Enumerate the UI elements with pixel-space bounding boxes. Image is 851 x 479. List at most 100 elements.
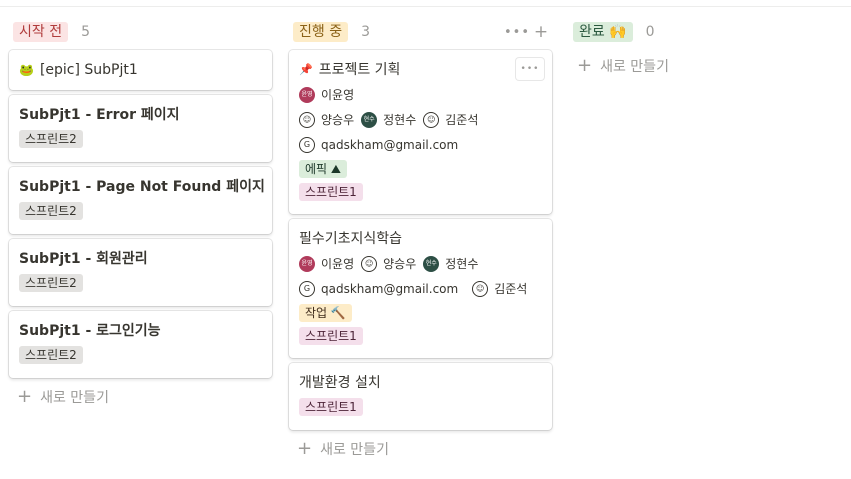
card-title-text: SubPjt1 - Error 페이지	[19, 107, 180, 123]
email-avatar: G	[299, 281, 315, 297]
board-card[interactable]: SubPjt1 - Page Not Found 페이지 스프린트2	[9, 167, 272, 234]
sprint-tag: 스프린트1	[299, 327, 363, 345]
card-title: SubPjt1 - Error 페이지	[19, 105, 262, 125]
new-card-button[interactable]: + 새로 만들기	[9, 383, 272, 411]
frog-icon: 🐸	[19, 63, 34, 77]
pushpin-icon: 📌	[299, 63, 313, 76]
board-column-not-started: 시작 전 5 🐸 [epic] SubPjt1 SubPjt1 - Error …	[9, 18, 272, 411]
person-name: 이윤영	[321, 88, 355, 102]
person-name: 김준석	[445, 113, 479, 127]
person-name: 정현수	[445, 257, 479, 271]
person: ☺ 김준석	[472, 279, 527, 299]
column-count: 3	[361, 24, 371, 40]
avatar: ☺	[361, 256, 378, 272]
card-title-text: [epic] SubPjt1	[39, 62, 138, 78]
person: 윤영 이윤영	[299, 85, 354, 105]
column-header: 진행 중 3 ••• +	[289, 18, 552, 46]
sprint-tag: 스프린트2	[19, 202, 83, 220]
board-card[interactable]: 필수기초지식학습 윤영 이윤영 ☺ 양승우 현수 정현수 G qadskham@…	[289, 219, 552, 358]
status-pill[interactable]: 시작 전	[13, 22, 69, 42]
sprint-tag: 스프린트1	[299, 398, 363, 416]
status-pill[interactable]: 완료 🙌	[573, 22, 633, 42]
tag-row: 작업 🔨	[299, 304, 542, 322]
board-card[interactable]: 📌 프로젝트 기획 ••• 윤영 이윤영 ☺ 양승우 현수 정현수 ☺ 김준석	[289, 50, 552, 214]
type-tag: 작업 🔨	[299, 304, 352, 322]
column-count: 0	[645, 24, 655, 40]
person-name: 정현수	[383, 113, 417, 127]
card-title: SubPjt1 - 로그인기능	[19, 321, 262, 341]
person-name: 양승우	[383, 257, 417, 271]
tag-row: 스프린트1	[299, 327, 542, 345]
person: ☺ 김준석	[423, 110, 478, 130]
type-tag: 에픽 ⛰	[299, 160, 347, 178]
assignee-row: 윤영 이윤영	[299, 85, 542, 105]
column-count: 5	[81, 24, 91, 40]
email-row: G qadskham@gmail.com ☺ 김준석	[299, 279, 542, 299]
tag-row: 스프린트2	[19, 274, 262, 292]
avatar: ☺	[472, 281, 489, 297]
tag-row: 스프린트2	[19, 202, 262, 220]
card-title-text: SubPjt1 - 회원관리	[19, 251, 148, 267]
avatar: 윤영	[299, 256, 315, 272]
person-name: 김준석	[494, 282, 528, 296]
tag-row: 스프린트1	[299, 398, 542, 416]
avatar: ☺	[299, 112, 315, 128]
board-card[interactable]: 🐸 [epic] SubPjt1	[9, 50, 272, 90]
new-card-button[interactable]: + 새로 만들기	[289, 435, 552, 463]
column-header: 시작 전 5	[9, 18, 272, 46]
tag-row: 스프린트2	[19, 346, 262, 364]
card-title-text: 프로젝트 기획	[318, 62, 401, 78]
card-title-text: SubPjt1 - 로그인기능	[19, 323, 161, 339]
assignee-row: ☺ 양승우 현수 정현수 ☺ 김준석	[299, 110, 542, 130]
plus-icon: +	[17, 386, 33, 407]
avatar: 현수	[423, 256, 440, 272]
person: 윤영 이윤영	[299, 254, 354, 274]
board-column-done: 완료 🙌 0 + 새로 만들기	[569, 18, 832, 80]
card-title: 개발환경 설치	[299, 373, 542, 393]
email-row: G qadskham@gmail.com	[299, 135, 542, 155]
card-title-text: 필수기초지식학습	[299, 231, 403, 247]
avatar: 현수	[361, 112, 378, 128]
assignee-row: 윤영 이윤영 ☺ 양승우 현수 정현수	[299, 254, 542, 274]
top-divider	[0, 6, 851, 7]
new-card-label: 새로 만들기	[320, 442, 389, 458]
board-column-in-progress: 진행 중 3 ••• + 📌 프로젝트 기획 ••• 윤영 이윤영 ☺ 양승우 …	[289, 18, 552, 463]
email-text: qadskham@gmail.com	[321, 282, 459, 296]
plus-icon: +	[297, 438, 313, 459]
card-title: SubPjt1 - 회원관리	[19, 249, 262, 269]
card-title: 🐸 [epic] SubPjt1	[19, 60, 262, 80]
new-card-label: 새로 만들기	[600, 59, 669, 75]
sprint-tag: 스프린트2	[19, 274, 83, 292]
card-more-button[interactable]: •••	[516, 58, 544, 80]
email-avatar: G	[299, 137, 315, 153]
person-name: 양승우	[321, 113, 355, 127]
person: ☺ 양승우	[361, 254, 416, 274]
new-card-button[interactable]: + 새로 만들기	[569, 52, 832, 80]
card-title: 📌 프로젝트 기획	[299, 60, 542, 80]
person: 현수 정현수	[423, 254, 478, 274]
card-title: 필수기초지식학습	[299, 229, 542, 249]
new-card-label: 새로 만들기	[40, 390, 109, 406]
status-pill[interactable]: 진행 중	[293, 22, 349, 42]
column-header: 완료 🙌 0	[569, 18, 832, 46]
plus-icon: +	[577, 55, 593, 76]
person: 현수 정현수	[361, 110, 416, 130]
sprint-tag: 스프린트2	[19, 130, 83, 148]
person-name: 이윤영	[321, 257, 355, 271]
board-card[interactable]: SubPjt1 - 회원관리 스프린트2	[9, 239, 272, 306]
avatar: ☺	[423, 112, 440, 128]
board-card[interactable]: SubPjt1 - Error 페이지 스프린트2	[9, 95, 272, 162]
tag-row: 에픽 ⛰	[299, 160, 542, 178]
more-options-icon[interactable]: •••	[504, 22, 529, 42]
person: ☺ 양승우	[299, 110, 354, 130]
card-title-text: SubPjt1 - Page Not Found 페이지	[19, 179, 265, 195]
board-card[interactable]: SubPjt1 - 로그인기능 스프린트2	[9, 311, 272, 378]
column-actions: ••• +	[504, 22, 548, 42]
add-icon[interactable]: +	[534, 22, 548, 42]
tag-row: 스프린트2	[19, 130, 262, 148]
card-title: SubPjt1 - Page Not Found 페이지	[19, 177, 265, 197]
email-text: qadskham@gmail.com	[321, 138, 459, 152]
board-card[interactable]: 개발환경 설치 스프린트1	[289, 363, 552, 430]
tag-row: 스프린트1	[299, 183, 542, 201]
sprint-tag: 스프린트1	[299, 183, 363, 201]
